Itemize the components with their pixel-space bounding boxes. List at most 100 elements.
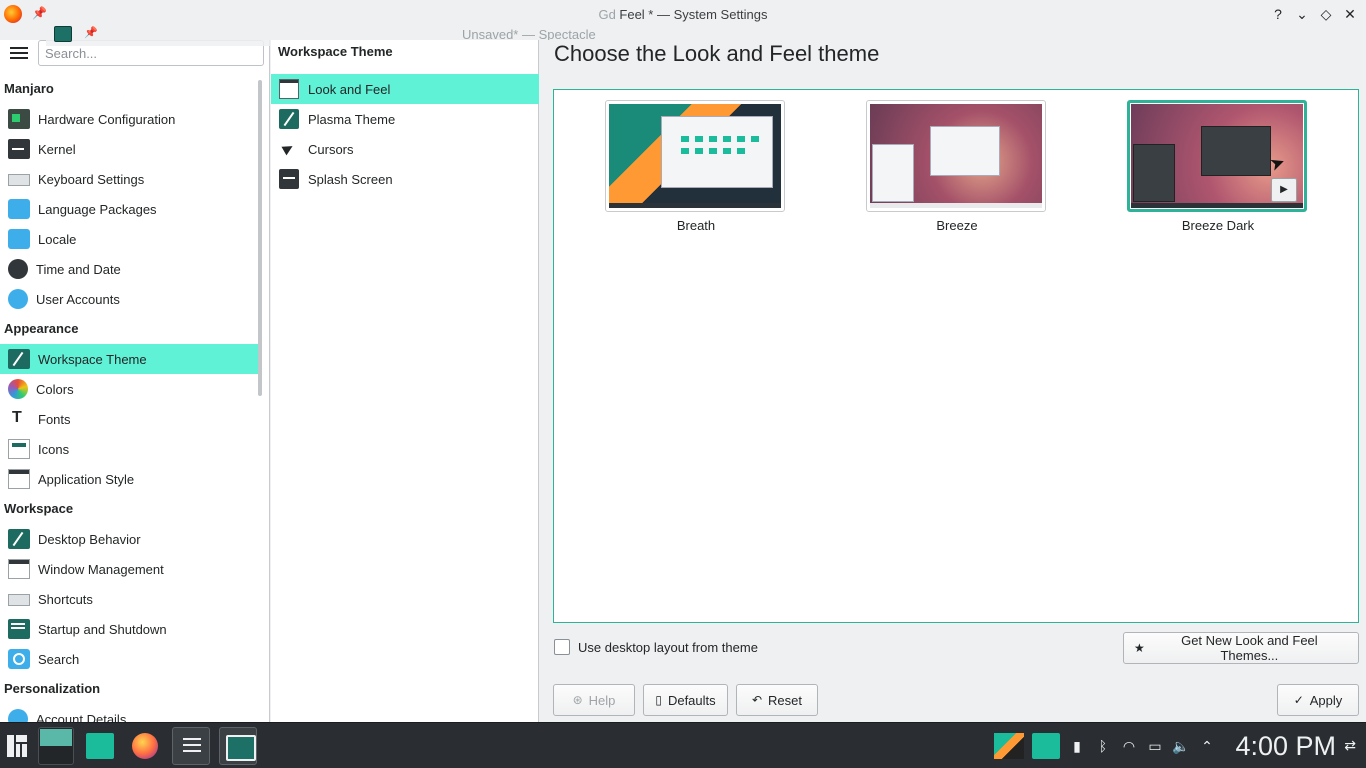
subcategory-plasma-theme[interactable]: Plasma Theme	[271, 104, 539, 134]
sidebar-item-label: Startup and Shutdown	[38, 621, 167, 637]
user-icon	[8, 289, 28, 309]
file-manager-preview	[1133, 144, 1175, 202]
system-tray: ▮ ᛒ ◠ ▭ 🔈 ⌃	[994, 733, 1216, 759]
theme-thumbnail[interactable]	[866, 100, 1046, 212]
sidebar-item-application-style[interactable]: Application Style	[0, 464, 258, 494]
subcategory-splash-screen[interactable]: Splash Screen	[271, 164, 539, 194]
sidebar-item-label: Colors	[36, 381, 74, 397]
theme-grid: Breath Breeze ▶ Breeze Dark	[553, 89, 1359, 623]
sidebar-item-label: Icons	[38, 441, 70, 457]
sidebar-item-startup-and-shutdown[interactable]: Startup and Shutdown	[0, 614, 258, 644]
window-title-prefix: Gd	[598, 7, 616, 22]
sidebar-item-label: Desktop Behavior	[38, 531, 141, 547]
maximize-icon[interactable]: ◇	[1318, 4, 1334, 24]
color-wheel-icon	[8, 379, 28, 399]
pin-icon: 📌	[84, 27, 98, 39]
taskbar: ▮ ᛒ ◠ ▭ 🔈 ⌃ 4:00 PM ⇄	[0, 722, 1366, 768]
virtual-desktop-pager[interactable]	[38, 727, 74, 765]
sidebar-item-workspace-theme[interactable]: Workspace Theme	[0, 344, 258, 374]
reset-label: Reset	[768, 692, 803, 708]
window-title: Gd Feel * — System Settings	[0, 7, 1366, 22]
font-icon	[8, 409, 30, 429]
volume-icon[interactable]: 🔈	[1172, 738, 1190, 755]
sidebar-scrollbar[interactable]	[258, 80, 262, 396]
apply-label: Apply	[1309, 692, 1343, 708]
chevron-up-icon[interactable]: ⌃	[1198, 738, 1216, 755]
firefox-icon[interactable]	[126, 727, 164, 765]
trash-icon[interactable]	[1032, 733, 1060, 759]
use-desktop-layout-checkbox[interactable]	[554, 639, 570, 655]
theme-preview-image	[870, 104, 1042, 208]
sidebar-item-label: Keyboard Settings	[38, 171, 145, 187]
sidebar-item-kernel[interactable]: Kernel	[0, 134, 258, 164]
theme-breath[interactable]: Breath	[605, 100, 787, 233]
sidebar-item-colors[interactable]: Colors	[0, 374, 258, 404]
file-manager-icon[interactable]	[80, 727, 118, 765]
apply-button[interactable]: ✓ Apply	[1277, 684, 1359, 716]
circuit-board-icon	[8, 109, 30, 129]
theme-breeze[interactable]: Breeze	[866, 100, 1048, 233]
sidebar-item-icons[interactable]: Icons	[0, 434, 258, 464]
reset-button[interactable]: ↶ Reset	[736, 684, 818, 716]
sidebar-item-window-management[interactable]: Window Management	[0, 554, 258, 584]
sidebar-item-fonts[interactable]: Fonts	[0, 404, 258, 434]
manjaro-icon[interactable]	[994, 733, 1024, 759]
spectacle-icon[interactable]	[219, 727, 257, 765]
sidebar-item-language-packages[interactable]: Language Packages	[0, 194, 258, 224]
help-question-icon[interactable]: ?	[1270, 4, 1286, 24]
sidebar-item-locale[interactable]: Locale	[0, 224, 258, 254]
subcategory-label: Plasma Theme	[308, 111, 396, 127]
subcategory-look-and-feel[interactable]: Look and Feel	[271, 74, 539, 104]
use-desktop-layout-row[interactable]: Use desktop layout from theme	[554, 639, 758, 655]
usb-icon[interactable]: ▮	[1068, 738, 1086, 755]
wifi-icon[interactable]: ◠	[1120, 738, 1138, 755]
sidebar-item-shortcuts[interactable]: Shortcuts	[0, 584, 258, 614]
sidebar-item-time-and-date[interactable]: Time and Date	[0, 254, 258, 284]
minimize-icon[interactable]: ⌄	[1294, 4, 1310, 24]
panel-preview	[609, 203, 781, 208]
panel-preview	[870, 203, 1042, 208]
defaults-button[interactable]: ▯ Defaults	[643, 684, 728, 716]
sidebar-item-user-accounts[interactable]: User Accounts	[0, 284, 258, 314]
system-settings-icon[interactable]	[172, 727, 210, 765]
help-button[interactable]: ⊛ Help	[553, 684, 635, 716]
app-launcher-icon[interactable]	[7, 735, 27, 757]
sidebar-item-account-details[interactable]: Account Details	[0, 704, 258, 722]
subcategory-list: Look and Feel Plasma Theme Cursors Splas…	[271, 74, 539, 194]
monitor-icon	[8, 619, 30, 639]
get-new-themes-button[interactable]: ★ Get New Look and Feel Themes...	[1123, 632, 1359, 664]
window-icon	[8, 469, 30, 489]
paintbrush-icon	[279, 109, 299, 129]
theme-label: Breeze	[936, 218, 978, 233]
subcategory-cursors[interactable]: Cursors	[271, 134, 539, 164]
lifebuoy-icon: ⊛	[572, 693, 583, 707]
panel-preview	[1131, 203, 1303, 208]
sidebar-item-keyboard-settings[interactable]: Keyboard Settings	[0, 164, 258, 194]
terminal-icon	[8, 139, 30, 159]
sidebar-item-label: User Accounts	[36, 291, 120, 307]
bluetooth-icon[interactable]: ᛒ	[1094, 738, 1112, 754]
speech-bubble-icon	[8, 229, 30, 249]
sidebar-item-hardware-configuration[interactable]: Hardware Configuration	[0, 104, 258, 134]
theme-thumbnail[interactable]	[605, 100, 785, 212]
category-list: Manjaro Hardware Configuration Kernel Ke…	[0, 74, 258, 722]
sidebar-item-label: Language Packages	[38, 201, 157, 217]
dialog-preview	[1201, 126, 1271, 176]
clock[interactable]: 4:00 PM	[1235, 731, 1336, 762]
sidebar-item-desktop-behavior[interactable]: Desktop Behavior	[0, 524, 258, 554]
hamburger-menu-icon[interactable]	[10, 44, 28, 60]
sidebar-item-label: Kernel	[38, 141, 76, 157]
sidebar: Manjaro Hardware Configuration Kernel Ke…	[0, 40, 270, 722]
page-title: Choose the Look and Feel theme	[554, 41, 880, 66]
sidebar-item-search[interactable]: Search	[0, 644, 258, 674]
subcategory-title: Workspace Theme	[278, 44, 393, 59]
window-title-main: Feel * — System Settings	[615, 7, 768, 22]
sidebar-item-label: Workspace Theme	[38, 351, 147, 367]
star-icon: ★	[1134, 641, 1145, 655]
panel-settings-icon[interactable]: ⇄	[1344, 737, 1356, 754]
splash-screen-icon	[279, 169, 299, 189]
preview-play-icon[interactable]: ▶	[1271, 178, 1297, 202]
close-icon[interactable]: ✕	[1342, 4, 1358, 24]
sidebar-item-label: Hardware Configuration	[38, 111, 176, 127]
battery-icon[interactable]: ▭	[1146, 738, 1164, 755]
